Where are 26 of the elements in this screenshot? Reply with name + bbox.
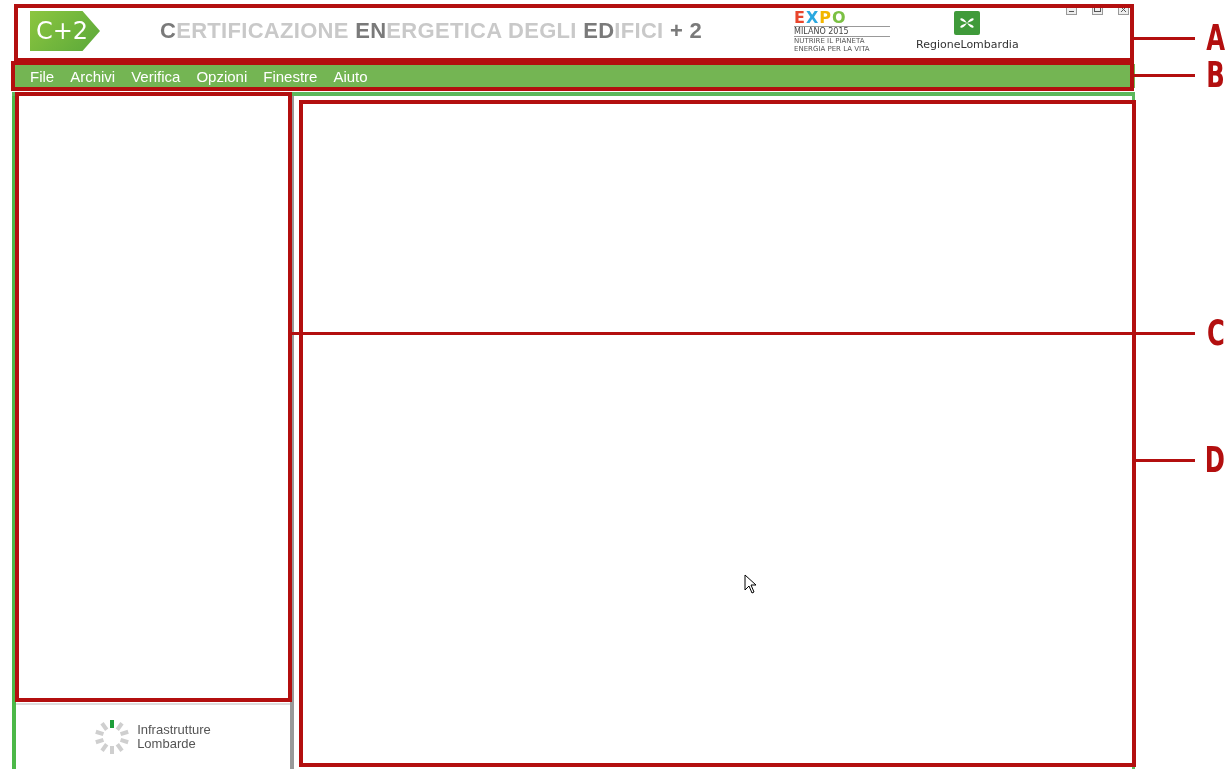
callout-label: A (1206, 20, 1225, 56)
leader-line (1133, 458, 1195, 462)
expo-letter: E (794, 9, 806, 26)
callout-label: C (1207, 315, 1225, 351)
spinner-logo-icon (95, 719, 130, 755)
splitter-handle[interactable] (290, 96, 294, 769)
logo-text: Lombarde (137, 737, 197, 751)
menu-item[interactable]: Opzioni (196, 67, 248, 85)
menu-item[interactable]: Verifica (131, 67, 181, 85)
expo-letter: P (819, 9, 833, 26)
menu-item[interactable]: Finestre (263, 67, 318, 85)
menu-item[interactable]: Aiuto (333, 67, 368, 85)
expo-city: MILANO 2015 (794, 26, 891, 37)
callout-label: D (1204, 442, 1225, 478)
leader-line (1132, 73, 1195, 77)
menu-item[interactable]: Archivi (70, 67, 116, 85)
mouse-pointer-icon (744, 574, 757, 594)
leader-line (1132, 36, 1195, 40)
expo-letter: O (832, 9, 847, 26)
logo-text: Infrastrutture (137, 723, 211, 737)
expo-letter: X (805, 9, 820, 26)
callout-label: B (1206, 57, 1225, 93)
menu-item[interactable]: File (30, 67, 55, 85)
cross-flower-icon (954, 11, 981, 35)
region-logo-text: RegioneLombardia (916, 38, 1019, 51)
app-logo: C+2 (30, 11, 100, 51)
